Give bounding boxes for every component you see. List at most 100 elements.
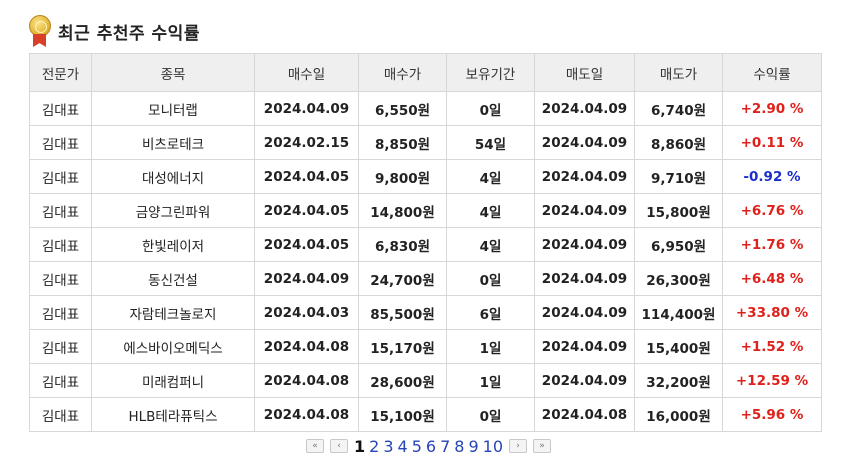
holding-period-cell: 54일	[446, 125, 535, 160]
sell-price-cell: 32,200원	[634, 363, 723, 398]
expert-cell: 김대표	[29, 295, 92, 330]
buy-date-cell: 2024.04.09	[254, 261, 359, 296]
table-row: 김대표 금양그린파워 2024.04.05 14,800원 4일 2024.04.09 15…	[29, 193, 822, 228]
return-cell: +2.90 %	[722, 91, 822, 126]
table-row: 김대표 미래컴퍼니 2024.04.08 28,600원 1일 2024.04.09 32,…	[29, 363, 822, 398]
recommendation-table: 전문가 종목 매수일 매수가 보유기간 매도일 매도가 수익률 김대표 모니터랩 2…	[29, 53, 822, 432]
sell-date-cell: 2024.04.09	[534, 227, 635, 262]
buy-date-cell: 2024.04.09	[254, 91, 359, 126]
buy-date-cell: 2024.04.03	[254, 295, 359, 330]
return-cell: +33.80 %	[722, 295, 822, 330]
prev-page-button[interactable]: ‹	[330, 439, 348, 453]
col-header-period: 보유기간	[446, 53, 535, 92]
page-link-9[interactable]: 9	[466, 437, 480, 456]
buy-price-cell: 28,600원	[358, 363, 447, 398]
sell-date-cell: 2024.04.09	[534, 91, 635, 126]
sell-price-cell: 16,000원	[634, 397, 723, 432]
expert-cell: 김대표	[29, 125, 92, 160]
stock-name-cell[interactable]: 금양그린파워	[91, 193, 255, 228]
buy-price-cell: 15,170원	[358, 329, 447, 364]
page-link-6[interactable]: 6	[424, 437, 438, 456]
pagination: « ‹ 1 2 3 4 5 6 7 8 9 10 › »	[0, 436, 857, 456]
stock-name-cell[interactable]: 대성에너지	[91, 159, 255, 194]
sell-date-cell: 2024.04.09	[534, 329, 635, 364]
page-link-10[interactable]: 10	[481, 437, 505, 456]
first-page-button[interactable]: «	[306, 439, 324, 453]
buy-price-cell: 8,850원	[358, 125, 447, 160]
col-header-sell-price: 매도가	[634, 53, 723, 92]
table-header-row: 전문가 종목 매수일 매수가 보유기간 매도일 매도가 수익률	[29, 53, 822, 92]
buy-price-cell: 14,800원	[358, 193, 447, 228]
table-row: 김대표 비츠로테크 2024.02.15 8,850원 54일 2024.04.09 8,8…	[29, 125, 822, 160]
holding-period-cell: 0일	[446, 261, 535, 296]
stock-name-cell[interactable]: 에스바이오메딕스	[91, 329, 255, 364]
expert-cell: 김대표	[29, 397, 92, 432]
return-cell: +0.11 %	[722, 125, 822, 160]
buy-price-cell: 6,550원	[358, 91, 447, 126]
return-cell: +6.76 %	[722, 193, 822, 228]
table-row: 김대표 에스바이오메딕스 2024.04.08 15,170원 1일 2024.04.09…	[29, 329, 822, 364]
return-cell: +5.96 %	[722, 397, 822, 432]
page-link-4[interactable]: 4	[396, 437, 410, 456]
buy-date-cell: 2024.04.08	[254, 363, 359, 398]
buy-price-cell: 9,800원	[358, 159, 447, 194]
sell-price-cell: 8,860원	[634, 125, 723, 160]
expert-cell: 김대표	[29, 261, 92, 296]
sell-price-cell: 15,800원	[634, 193, 723, 228]
sell-date-cell: 2024.04.09	[534, 125, 635, 160]
col-header-buy-price: 매수가	[358, 53, 447, 92]
buy-date-cell: 2024.02.15	[254, 125, 359, 160]
sell-date-cell: 2024.04.09	[534, 363, 635, 398]
return-cell: +12.59 %	[722, 363, 822, 398]
stock-name-cell[interactable]: 동신건설	[91, 261, 255, 296]
holding-period-cell: 0일	[446, 91, 535, 126]
expert-cell: 김대표	[29, 159, 92, 194]
buy-price-cell: 6,830원	[358, 227, 447, 262]
section-title: 최근 추천주 수익률	[58, 23, 200, 44]
holding-period-cell: 1일	[446, 363, 535, 398]
page-link-7[interactable]: 7	[438, 437, 452, 456]
stock-name-cell[interactable]: HLB테라퓨틱스	[91, 397, 255, 432]
sell-price-cell: 15,400원	[634, 329, 723, 364]
expert-cell: 김대표	[29, 91, 92, 126]
table-row: 김대표 HLB테라퓨틱스 2024.04.08 15,100원 0일 2024.04.08…	[29, 397, 822, 432]
buy-price-cell: 85,500원	[358, 295, 447, 330]
page-link-1[interactable]: 1	[352, 437, 367, 456]
page-link-5[interactable]: 5	[410, 437, 424, 456]
sell-price-cell: 6,740원	[634, 91, 723, 126]
expert-cell: 김대표	[29, 227, 92, 262]
return-cell: +6.48 %	[722, 261, 822, 296]
sell-price-cell: 6,950원	[634, 227, 723, 262]
expert-cell: 김대표	[29, 329, 92, 364]
buy-date-cell: 2024.04.05	[254, 193, 359, 228]
table-row: 김대표 한빛레이저 2024.04.05 6,830원 4일 2024.04.09 6,95…	[29, 227, 822, 262]
return-cell: -0.92 %	[722, 159, 822, 194]
page-link-3[interactable]: 3	[381, 437, 395, 456]
holding-period-cell: 0일	[446, 397, 535, 432]
stock-name-cell[interactable]: 한빛레이저	[91, 227, 255, 262]
col-header-sell-date: 매도일	[534, 53, 635, 92]
stock-name-cell[interactable]: 미래컴퍼니	[91, 363, 255, 398]
page-link-2[interactable]: 2	[367, 437, 381, 456]
col-header-return: 수익률	[722, 53, 822, 92]
buy-price-cell: 15,100원	[358, 397, 447, 432]
sell-date-cell: 2024.04.09	[534, 159, 635, 194]
sell-price-cell: 9,710원	[634, 159, 723, 194]
buy-date-cell: 2024.04.08	[254, 397, 359, 432]
sell-date-cell: 2024.04.08	[534, 397, 635, 432]
sell-date-cell: 2024.04.09	[534, 295, 635, 330]
section-header: 최근 추천주 수익률	[28, 13, 200, 49]
return-cell: +1.52 %	[722, 329, 822, 364]
buy-price-cell: 24,700원	[358, 261, 447, 296]
return-cell: +1.76 %	[722, 227, 822, 262]
stock-name-cell[interactable]: 자람테크놀로지	[91, 295, 255, 330]
table-row: 김대표 모니터랩 2024.04.09 6,550원 0일 2024.04.09 6,740…	[29, 91, 822, 126]
page-link-8[interactable]: 8	[452, 437, 466, 456]
last-page-button[interactable]: »	[533, 439, 551, 453]
expert-cell: 김대표	[29, 363, 92, 398]
stock-name-cell[interactable]: 모니터랩	[91, 91, 255, 126]
stock-name-cell[interactable]: 비츠로테크	[91, 125, 255, 160]
next-page-button[interactable]: ›	[509, 439, 527, 453]
sell-price-cell: 114,400원	[634, 295, 723, 330]
holding-period-cell: 6일	[446, 295, 535, 330]
